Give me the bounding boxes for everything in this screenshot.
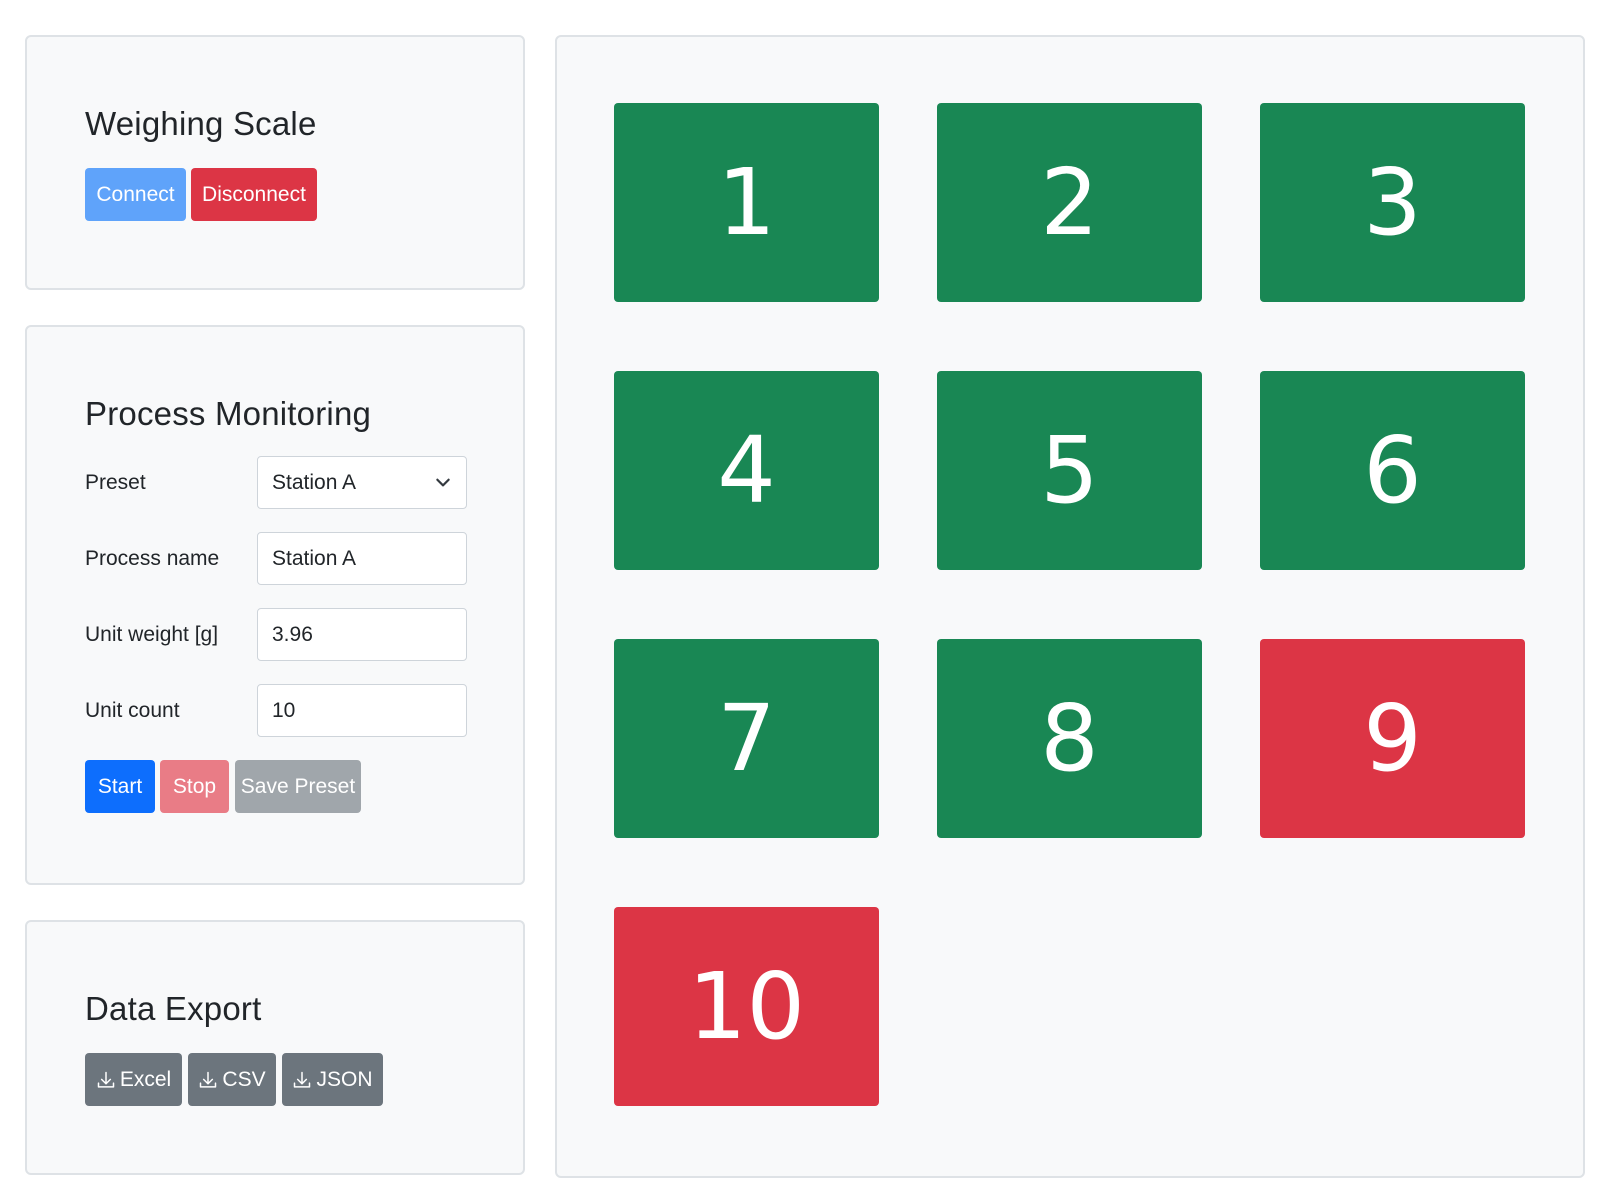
unit-weight-label: Unit weight [g] — [85, 623, 219, 646]
download-icon — [97, 1071, 115, 1088]
weighing-scale-panel: Weighing Scale Connect Disconnect — [25, 35, 525, 290]
connect-button[interactable]: Connect — [85, 168, 186, 221]
unit-count-value: 10 — [272, 698, 296, 722]
station-tile-5[interactable]: 5 — [937, 371, 1202, 570]
station-tile-7[interactable]: 7 — [614, 639, 879, 838]
station-grid-panel: 1 2 3 4 5 6 7 8 9 10 — [555, 35, 1585, 1178]
preset-select-value: Station A — [272, 470, 357, 494]
data-export-title: Data Export — [85, 990, 262, 1027]
disconnect-button[interactable]: Disconnect — [191, 168, 317, 221]
export-csv-label: CSV — [222, 1067, 266, 1091]
process-name-value: Station A — [272, 546, 357, 570]
process-name-input[interactable]: Station A — [257, 532, 467, 585]
export-json-button[interactable]: JSON — [282, 1053, 383, 1106]
weighing-scale-title: Weighing Scale — [85, 105, 317, 142]
station-tile-1[interactable]: 1 — [614, 103, 879, 302]
data-export-panel: Data Export Excel CSV JSON — [25, 920, 525, 1175]
unit-count-label: Unit count — [85, 699, 180, 722]
start-button[interactable]: Start — [85, 760, 155, 813]
download-icon — [200, 1071, 217, 1088]
station-tile-2[interactable]: 2 — [937, 103, 1202, 302]
process-monitoring-panel: Process Monitoring Preset Station A Proc… — [25, 325, 525, 885]
process-name-label: Process name — [85, 547, 220, 570]
station-tile-10[interactable]: 10 — [614, 907, 879, 1106]
export-excel-label: Excel — [119, 1067, 172, 1091]
save-preset-button[interactable]: Save Preset — [235, 760, 361, 813]
stop-button[interactable]: Stop — [160, 760, 229, 813]
export-excel-button[interactable]: Excel — [85, 1053, 182, 1106]
preset-select[interactable]: Station A — [257, 456, 467, 509]
station-tile-3[interactable]: 3 — [1260, 103, 1525, 302]
station-tile-4[interactable]: 4 — [614, 371, 879, 570]
station-tile-8[interactable]: 8 — [937, 639, 1202, 838]
process-monitoring-title: Process Monitoring — [85, 395, 372, 432]
unit-weight-value: 3.96 — [272, 622, 313, 646]
download-icon — [294, 1071, 311, 1088]
chevron-down-icon — [436, 478, 450, 487]
station-tile-9[interactable]: 9 — [1260, 639, 1525, 838]
preset-label: Preset — [85, 471, 146, 494]
export-json-label: JSON — [316, 1067, 373, 1091]
unit-weight-input[interactable]: 3.96 — [257, 608, 467, 661]
unit-count-input[interactable]: 10 — [257, 684, 467, 737]
export-csv-button[interactable]: CSV — [188, 1053, 276, 1106]
station-tile-6[interactable]: 6 — [1260, 371, 1525, 570]
